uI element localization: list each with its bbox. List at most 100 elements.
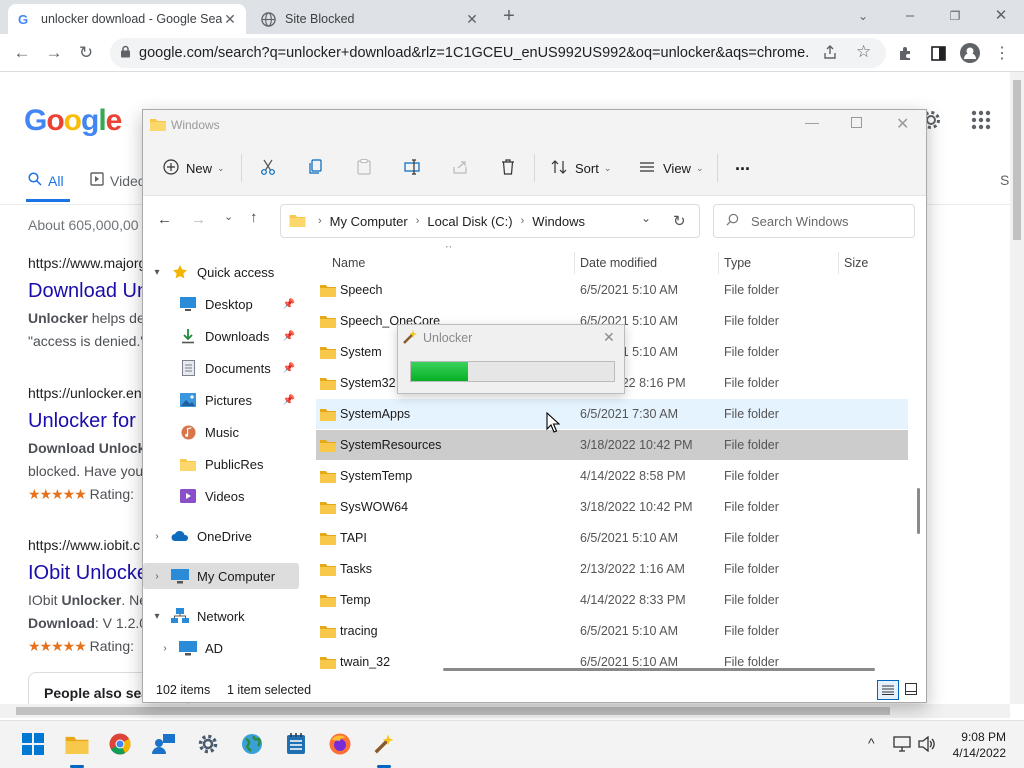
maximize-button[interactable]: [851, 116, 862, 131]
close-button[interactable]: ✕: [896, 114, 909, 134]
notepad-taskbar-icon[interactable]: [283, 731, 309, 757]
nav-network[interactable]: ▾ Network: [143, 603, 299, 629]
nav-pictures[interactable]: Pictures 📌: [143, 387, 299, 413]
pin-icon[interactable]: 📌: [283, 331, 295, 342]
start-button[interactable]: [20, 731, 46, 757]
recent-locations-chevron-icon[interactable]: ⌄: [224, 210, 233, 223]
nav-downloads[interactable]: Downloads 📌: [143, 323, 299, 349]
share-icon[interactable]: [822, 44, 838, 63]
chevron-down-icon[interactable]: ▾: [149, 611, 165, 622]
tab-search-chevron-icon[interactable]: ⌄: [850, 4, 876, 28]
file-row[interactable]: Tasks 2/13/2022 1:16 AM File folder: [316, 554, 908, 584]
file-row[interactable]: SystemApps 6/5/2021 7:30 AM File folder: [316, 399, 908, 429]
window-close-button[interactable]: ✕: [988, 4, 1014, 28]
rename-button[interactable]: [404, 156, 420, 180]
copy-button[interactable]: [308, 156, 324, 180]
result-title[interactable]: Unlocker for: [28, 410, 136, 433]
reload-button[interactable]: ↻: [72, 39, 100, 67]
search-input[interactable]: Search Windows: [713, 204, 915, 238]
pin-icon[interactable]: 📌: [283, 395, 295, 406]
close-icon[interactable]: ✕: [222, 11, 238, 28]
more-options-button[interactable]: ...: [735, 152, 750, 176]
result-title[interactable]: Download Un: [28, 280, 148, 303]
tab-overflow[interactable]: S: [1000, 172, 1009, 188]
result-url[interactable]: https://unlocker.en: [28, 385, 142, 401]
tab-google-search[interactable]: G unlocker download - Google Search ✕: [8, 4, 246, 34]
result-url[interactable]: https://www.majorg: [28, 255, 146, 271]
column-header-type[interactable]: Type: [724, 256, 751, 270]
chevron-right-icon[interactable]: ›: [149, 531, 165, 542]
nav-ad[interactable]: › AD: [143, 635, 299, 661]
monitor-network-icon[interactable]: [893, 736, 911, 755]
result-title[interactable]: IObit Unlocke: [28, 562, 148, 585]
column-divider[interactable]: [574, 252, 575, 274]
lock-icon[interactable]: [120, 45, 131, 61]
column-header-date[interactable]: Date modified: [580, 256, 657, 270]
share-button[interactable]: [452, 156, 468, 180]
file-row[interactable]: tracing 6/5/2021 5:10 AM File folder: [316, 616, 908, 646]
explorer-titlebar[interactable]: Windows — ✕: [143, 110, 926, 140]
paste-button[interactable]: [356, 156, 372, 180]
breadcrumb[interactable]: › My Computer › Local Disk (C:) › Window…: [280, 204, 700, 238]
scrollbar-thumb[interactable]: [16, 707, 890, 715]
new-button[interactable]: New ⌄: [163, 156, 225, 180]
scrollbar-thumb[interactable]: [917, 488, 920, 534]
nav-my-computer[interactable]: › My Computer: [143, 563, 299, 589]
tiles-view-button[interactable]: [905, 683, 917, 698]
cut-button[interactable]: [260, 156, 276, 180]
pin-icon[interactable]: 📌: [283, 299, 295, 310]
system-clock[interactable]: 9:08 PM 4/14/2022: [940, 729, 1006, 761]
page-vertical-scrollbar[interactable]: [1010, 72, 1024, 704]
extensions-icon[interactable]: [892, 39, 920, 67]
nav-onedrive[interactable]: › OneDrive: [143, 523, 299, 549]
address-bar[interactable]: google.com/search?q=unlocker+download&rl…: [110, 38, 886, 68]
restore-button[interactable]: ❐: [942, 4, 968, 28]
minimize-button[interactable]: —: [805, 114, 819, 130]
back-button[interactable]: ←: [157, 211, 172, 228]
file-row[interactable]: SystemResources 3/18/2022 10:42 PM File fo…: [316, 430, 908, 460]
details-view-button[interactable]: [877, 680, 899, 700]
google-logo[interactable]: Google: [24, 104, 122, 138]
settings-gear-icon[interactable]: [195, 731, 221, 757]
file-explorer-taskbar-icon[interactable]: [64, 731, 90, 757]
chevron-down-icon[interactable]: ⌄: [641, 211, 651, 225]
delete-button[interactable]: [500, 156, 516, 180]
file-row[interactable]: twain_32 6/5/2021 5:10 AM File folder: [316, 647, 908, 677]
close-icon[interactable]: ✕: [464, 11, 480, 28]
globe-network-taskbar-icon[interactable]: [239, 731, 265, 757]
nav-desktop[interactable]: Desktop 📌: [143, 291, 299, 317]
chrome-menu-icon[interactable]: ⋮: [988, 39, 1016, 67]
show-hidden-icons-chevron-icon[interactable]: ^: [868, 735, 875, 751]
file-row[interactable]: SysWOW64 3/18/2022 10:42 PM File folder: [316, 492, 908, 522]
file-row[interactable]: Speech 6/5/2021 5:10 AM File folder: [316, 275, 908, 305]
apps-grid-icon[interactable]: [971, 110, 991, 133]
forward-button[interactable]: →: [191, 211, 206, 228]
chrome-taskbar-icon[interactable]: [107, 731, 133, 757]
file-list-horizontal-scrollbar[interactable]: [443, 668, 875, 671]
column-divider[interactable]: [838, 252, 839, 274]
profile-avatar[interactable]: [956, 39, 984, 67]
forward-button[interactable]: →: [40, 39, 68, 67]
column-divider[interactable]: [718, 252, 719, 274]
file-row[interactable]: Temp 4/14/2022 8:33 PM File folder: [316, 585, 908, 615]
minimize-button[interactable]: –: [897, 4, 923, 28]
column-header-size[interactable]: Size: [844, 256, 868, 270]
chevron-right-icon[interactable]: ›: [149, 571, 165, 582]
nav-publicres[interactable]: PublicRes: [143, 451, 299, 477]
tab-site-blocked[interactable]: Site Blocked ✕: [252, 4, 488, 34]
chevron-right-icon[interactable]: ›: [157, 643, 173, 654]
nav-quick-access[interactable]: ▾ Quick access: [143, 259, 299, 285]
bookmark-star-icon[interactable]: ☆: [856, 42, 871, 62]
view-button[interactable]: View ⌄: [639, 156, 704, 180]
tab-all[interactable]: All: [28, 172, 64, 189]
file-row[interactable]: TAPI 6/5/2021 5:10 AM File folder: [316, 523, 908, 553]
new-tab-button[interactable]: +: [496, 4, 522, 28]
refresh-icon[interactable]: ↻: [673, 212, 686, 230]
sort-button[interactable]: Sort ⌄: [551, 156, 611, 180]
page-horizontal-scrollbar[interactable]: [0, 704, 1010, 718]
close-button[interactable]: ✕: [603, 329, 615, 346]
remote-users-taskbar-icon[interactable]: [151, 731, 177, 757]
nav-music[interactable]: Music: [143, 419, 299, 445]
file-list-scrollbar[interactable]: [913, 246, 923, 666]
firefox-taskbar-icon[interactable]: [327, 731, 353, 757]
